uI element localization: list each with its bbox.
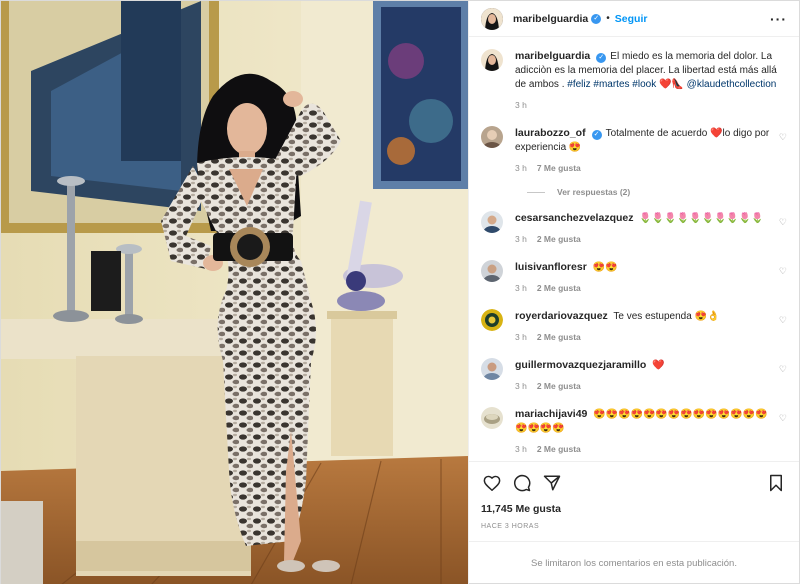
comment-item: royerdariovazquez Te ves estupenda 😍👌 3 … [481,309,787,342]
more-options-icon[interactable]: ··· [770,11,787,27]
comment-avatar[interactable] [481,211,503,233]
comment-item: mariachijavi49 😍😍😍😍😍😍😍😍😍😍😍😍😍😍😍😍😍😍 3 h 2 M… [481,407,787,454]
comment-meta: 3 h 2 Me gusta [515,234,773,244]
comment-like-heart-icon[interactable]: ♡ [779,413,787,424]
post-photo[interactable] [1,1,468,584]
comment-text: luisivanfloresr 😍😍 [515,260,773,275]
view-replies-label[interactable]: Ver respuestas (2) [557,187,630,197]
comment-icon [514,474,531,491]
comment-body: 🌷🌷🌷🌷🌷🌷🌷🌷🌷🌷 [639,213,764,224]
comment-username[interactable]: royerdariovazquez [515,310,608,322]
like-count[interactable]: 11,745 Me gusta [469,503,799,519]
comment-time[interactable]: 3 h [515,283,527,293]
comment-item: guillermovazquezjaramillo ❤️ 3 h 2 Me gus… [481,358,787,391]
caption: maribelguardia ✓ El miedo es la memoria de… [481,49,787,110]
comment-text: royerdariovazquez Te ves estupenda 😍👌 [515,309,773,324]
avatar-image [481,211,503,233]
comment-text: laurabozzo_of ✓ Totalmente de acuerdo ❤️lo… [515,126,773,155]
comment-text: cesarsanchezvelazquez 🌷🌷🌷🌷🌷🌷🌷🌷🌷🌷 [515,211,773,226]
comment-avatar[interactable] [481,358,503,380]
comment-meta: 3 h 2 Me gusta [515,283,773,293]
verified-badge-icon: ✓ [591,130,602,140]
post-timestamp[interactable]: HACE 3 HORAS [469,519,799,541]
comment-meta: 3 h 2 Me gusta [515,381,773,391]
photo-illustration [1,1,468,584]
caption-text: maribelguardia ✓ El miedo es la memoria de… [515,49,787,92]
like-button[interactable] [481,472,503,494]
comment-avatar[interactable] [481,309,503,331]
comment-time[interactable]: 3 h [515,381,527,391]
caption-avatar[interactable] [481,49,503,71]
comments-list[interactable]: maribelguardia ✓ El miedo es la memoria de… [469,37,799,461]
caption-meta: 3 h [515,100,787,110]
caption-hashtags[interactable]: #feliz #martes #look [567,79,656,90]
author-username[interactable]: maribelguardia [513,13,588,25]
comment-text: guillermovazquezjaramillo ❤️ [515,358,773,373]
comment-username[interactable]: guillermovazquezjaramillo [515,359,646,371]
view-replies[interactable]: Ver respuestas (2) [527,187,787,197]
comment-item: cesarsanchezvelazquez 🌷🌷🌷🌷🌷🌷🌷🌷🌷🌷 3 h 2 Me… [481,211,787,244]
comment-time[interactable]: 3 h [515,163,527,173]
post-side-panel: maribelguardia ✓ • Seguir ··· maribelgua… [468,1,799,584]
comment-text: mariachijavi49 😍😍😍😍😍😍😍😍😍😍😍😍😍😍😍😍😍😍 [515,407,773,436]
share-icon [543,475,561,490]
comments-limited-notice: Se limitaron los comentarios en esta pub… [469,541,799,584]
comment-body: ❤️ [652,360,665,371]
comment-likes[interactable]: 2 Me gusta [537,283,581,293]
comment-likes[interactable]: 2 Me gusta [537,234,581,244]
comment-likes[interactable]: 2 Me gusta [537,444,581,454]
avatar-image [481,49,503,71]
comment-avatar[interactable] [481,126,503,148]
comment-like-heart-icon[interactable]: ♡ [779,217,787,228]
follow-button[interactable]: Seguir [615,13,648,25]
comment-like-heart-icon[interactable]: ♡ [779,132,787,143]
avatar-image [481,407,503,429]
verified-badge-icon: ✓ [591,13,602,24]
caption-mention[interactable]: @klaudethcollection [687,79,777,90]
heart-icon [483,475,501,491]
comment-likes[interactable]: 2 Me gusta [537,332,581,342]
avatar-image [481,260,503,282]
comment-time[interactable]: 3 h [515,444,527,454]
action-bar [469,461,799,503]
comment-like-heart-icon[interactable]: ♡ [779,266,787,277]
verified-badge-icon: ✓ [596,53,607,63]
share-button[interactable] [541,472,563,494]
post-header: maribelguardia ✓ • Seguir ··· [469,1,799,37]
comment-like-heart-icon[interactable]: ♡ [779,364,787,375]
caption-time[interactable]: 3 h [515,100,527,110]
comment-meta: 3 h 2 Me gusta [515,444,773,454]
post-modal: maribelguardia ✓ • Seguir ··· maribelgua… [0,0,800,584]
comment-like-heart-icon[interactable]: ♡ [779,315,787,326]
comment-item: luisivanfloresr 😍😍 3 h 2 Me gusta ♡ [481,260,787,293]
comment-username[interactable]: luisivanfloresr [515,261,587,273]
comment-username[interactable]: cesarsanchezvelazquez [515,212,633,224]
comment-body: Te ves estupenda 😍👌 [613,311,720,322]
avatar-image [481,358,503,380]
comment-item: laurabozzo_of ✓ Totalmente de acuerdo ❤️lo… [481,126,787,173]
replies-divider [527,191,545,193]
save-button[interactable] [765,472,787,494]
separator-dot: • [606,13,610,24]
avatar-image [481,309,503,331]
comment-meta: 3 h 2 Me gusta [515,332,773,342]
comment-username[interactable]: mariachijavi49 [515,408,587,420]
comment-time[interactable]: 3 h [515,234,527,244]
comment-time[interactable]: 3 h [515,332,527,342]
avatar-image [481,126,503,148]
comment-likes[interactable]: 7 Me gusta [537,163,581,173]
author-avatar[interactable] [481,7,503,30]
comment-body: 😍😍 [592,262,618,273]
comment-username[interactable]: laurabozzo_of [515,127,586,139]
bookmark-icon [770,474,782,491]
caption-username[interactable]: maribelguardia [515,50,590,62]
comment-likes[interactable]: 2 Me gusta [537,381,581,391]
comment-avatar[interactable] [481,407,503,429]
comment-meta: 3 h 7 Me gusta [515,163,773,173]
comment-avatar[interactable] [481,260,503,282]
comment-button[interactable] [511,472,533,494]
caption-emoji: ❤️👠 [658,79,684,90]
avatar-image [481,7,503,30]
